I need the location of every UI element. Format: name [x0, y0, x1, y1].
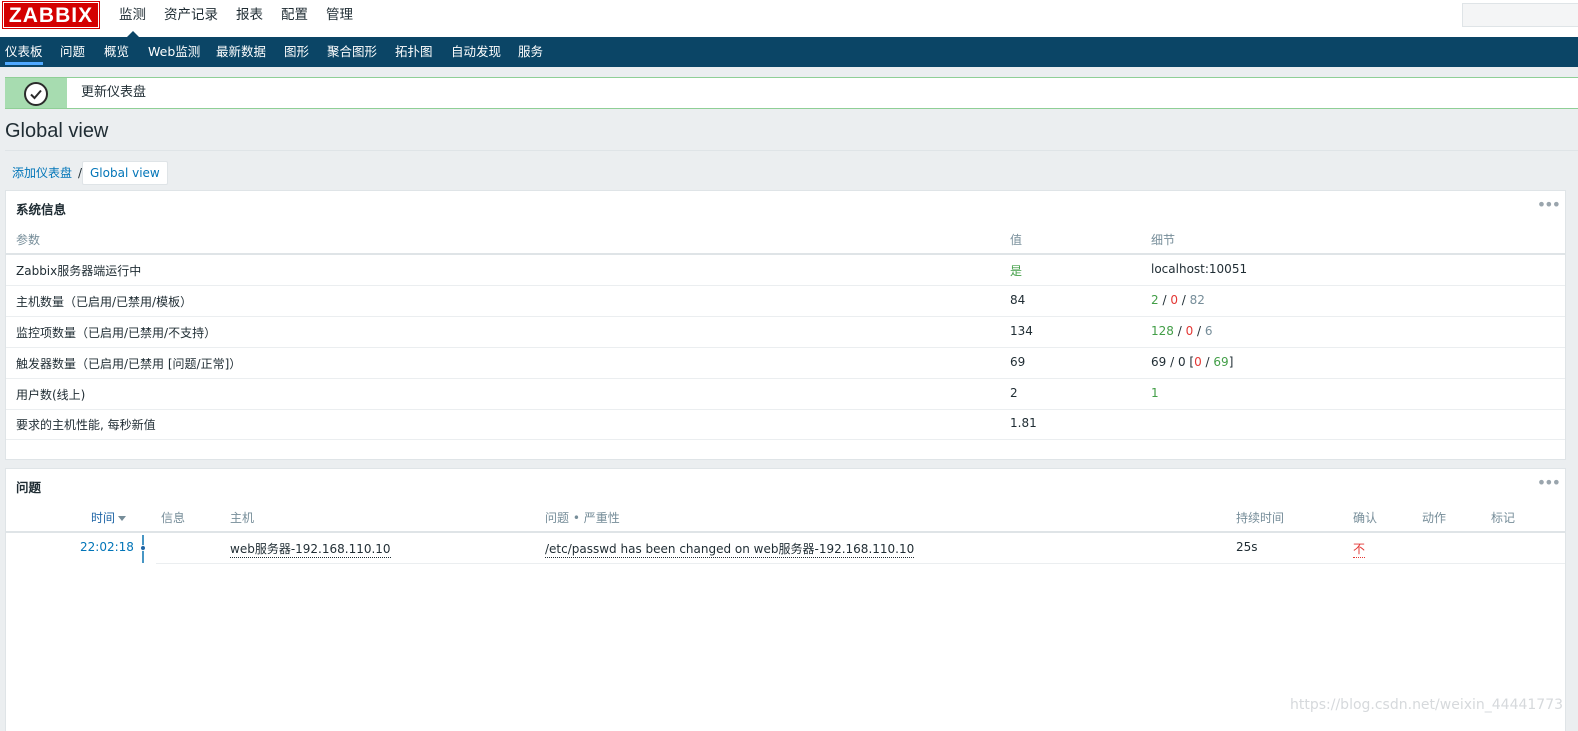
widget-title: 系统信息	[16, 202, 67, 217]
main-nav-configuration[interactable]: 配置	[272, 0, 317, 37]
unsupported-count: 6	[1204, 324, 1213, 338]
zabbix-logo[interactable]: ZABBIX	[2, 1, 100, 29]
subnav-dashboard[interactable]: 仪表板	[5, 37, 43, 67]
main-nav-reports[interactable]: 报表	[227, 0, 272, 37]
success-message: 更新仪表盘	[5, 77, 1578, 109]
column-header-host: 主机	[230, 511, 255, 525]
sort-desc-icon	[118, 516, 127, 521]
value-cell: 84	[1010, 293, 1026, 307]
param-cell: 触发器数量（已启用/已禁用 [问题/正常]）	[16, 357, 242, 371]
problem-time-link[interactable]: 22:02:18	[80, 540, 134, 554]
main-nav-inventory[interactable]: 资产记录	[155, 0, 227, 37]
subnav-services[interactable]: 服务	[518, 37, 543, 67]
details-cell: 69 / 0 [0 / 69]	[1151, 355, 1234, 369]
column-header-duration: 持续时间	[1236, 511, 1285, 525]
disabled-count: 0	[1185, 324, 1194, 338]
column-header-value: 值	[1010, 233, 1023, 247]
param-cell: 要求的主机性能, 每秒新值	[16, 418, 156, 432]
ellipsis-icon[interactable]: •••	[1537, 473, 1561, 492]
problem-host-link[interactable]: web服务器-192.168.110.10	[230, 542, 391, 558]
enabled-count: 128	[1151, 324, 1174, 338]
disabled-count: 0	[1170, 293, 1178, 307]
problem-time[interactable]: 22:02:18	[80, 540, 134, 554]
online-users-count: 1	[1151, 386, 1159, 400]
title-divider	[5, 150, 1578, 151]
subnav-web[interactable]: Web监测	[148, 37, 200, 67]
page-title: Global view	[5, 120, 109, 142]
details-cell: 128 / 0 / 6	[1151, 324, 1213, 338]
timeline-dot-icon	[140, 545, 146, 551]
column-header-details: 细节	[1151, 233, 1176, 247]
header-divider	[6, 531, 1565, 533]
row-divider	[6, 347, 1565, 348]
enabled-count: 2	[1151, 293, 1159, 307]
column-header-info: 信息	[161, 511, 186, 525]
main-nav-administration[interactable]: 管理	[317, 0, 362, 37]
problem-count: 0	[1194, 355, 1202, 369]
ellipsis-icon[interactable]: •••	[1537, 195, 1561, 214]
problem-ack[interactable]: 不	[1353, 540, 1366, 558]
search-input[interactable]	[1462, 3, 1578, 27]
row-divider	[6, 285, 1565, 286]
problem-host[interactable]: web服务器-192.168.110.10	[230, 540, 391, 558]
breadcrumb-all-dashboards[interactable]: 添加仪表盘	[12, 161, 72, 185]
subnav-discovery[interactable]: 自动发现	[451, 37, 501, 67]
row-divider	[6, 439, 1565, 440]
disabled-count: 0	[1177, 355, 1186, 369]
problems-widget: 问题 ••• 时间 信息 主机 问题 • 严重性 持续时间 确认 动作 标记 2…	[5, 468, 1566, 731]
breadcrumb-current[interactable]: Global view	[82, 161, 168, 185]
subnav-screens[interactable]: 聚合图形	[327, 37, 377, 67]
value-cell: 1.81	[1010, 416, 1037, 430]
subnav-graphs[interactable]: 图形	[284, 37, 309, 67]
subnav-maps[interactable]: 拓扑图	[395, 37, 433, 67]
value-cell: 是	[1010, 264, 1023, 278]
sub-nav: 仪表板 问题 概览 Web监测 最新数据 图形 聚合图形 拓扑图 自动发现 服务	[0, 37, 1578, 67]
watermark: https://blog.csdn.net/weixin_44441773	[1290, 697, 1564, 713]
widget-title: 问题	[16, 480, 42, 495]
enabled-count: 69	[1151, 355, 1167, 369]
column-header-time[interactable]: 时间	[91, 509, 127, 526]
subnav-problems[interactable]: 问题	[60, 37, 85, 67]
subnav-latest-data[interactable]: 最新数据	[216, 37, 266, 67]
column-header-tags: 标记	[1491, 511, 1516, 525]
main-nav: 监测 资产记录 报表 配置 管理	[110, 0, 362, 38]
column-header-problem: 问题 • 严重性	[545, 511, 620, 525]
problem-name-link[interactable]: /etc/passwd has been changed on web服务器-1…	[545, 542, 915, 558]
row-divider	[156, 563, 1565, 564]
check-circle-icon	[24, 82, 48, 106]
success-icon-area	[5, 78, 67, 108]
top-bar: ZABBIX 监测 资产记录 报表 配置 管理	[0, 0, 1578, 38]
details-cell: 2 / 0 / 82	[1151, 293, 1205, 307]
row-divider	[6, 316, 1565, 317]
value-cell: 69	[1010, 355, 1026, 369]
template-count: 82	[1189, 293, 1205, 307]
message-text: 更新仪表盘	[81, 85, 147, 100]
details-cell: localhost:10051	[1151, 262, 1248, 276]
param-cell: 监控项数量（已启用/已禁用/不支持）	[16, 326, 217, 340]
param-cell: 用户数(线上)	[16, 388, 86, 402]
param-cell: 主机数量（已启用/已禁用/模板）	[16, 295, 193, 309]
value-cell: 2	[1010, 386, 1018, 400]
value-cell: 134	[1010, 324, 1033, 338]
column-header-ack: 确认	[1353, 511, 1378, 525]
header-divider	[6, 253, 1565, 255]
time-header-label: 时间	[91, 511, 116, 525]
row-divider	[6, 378, 1565, 379]
column-header-param: 参数	[16, 233, 41, 247]
problem-duration: 25s	[1236, 540, 1258, 554]
column-header-actions: 动作	[1422, 511, 1447, 525]
row-divider	[6, 409, 1565, 410]
subnav-overview[interactable]: 概览	[104, 37, 129, 67]
ok-count: 69	[1213, 355, 1229, 369]
param-cell: Zabbix服务器端运行中	[16, 264, 142, 278]
problem-name[interactable]: /etc/passwd has been changed on web服务器-1…	[545, 540, 915, 558]
system-info-widget: 系统信息 ••• 参数 值 细节 Zabbix服务器端运行中 是 localho…	[5, 190, 1566, 460]
ack-link[interactable]: 不	[1353, 542, 1366, 558]
main-nav-monitoring[interactable]: 监测	[110, 0, 155, 38]
